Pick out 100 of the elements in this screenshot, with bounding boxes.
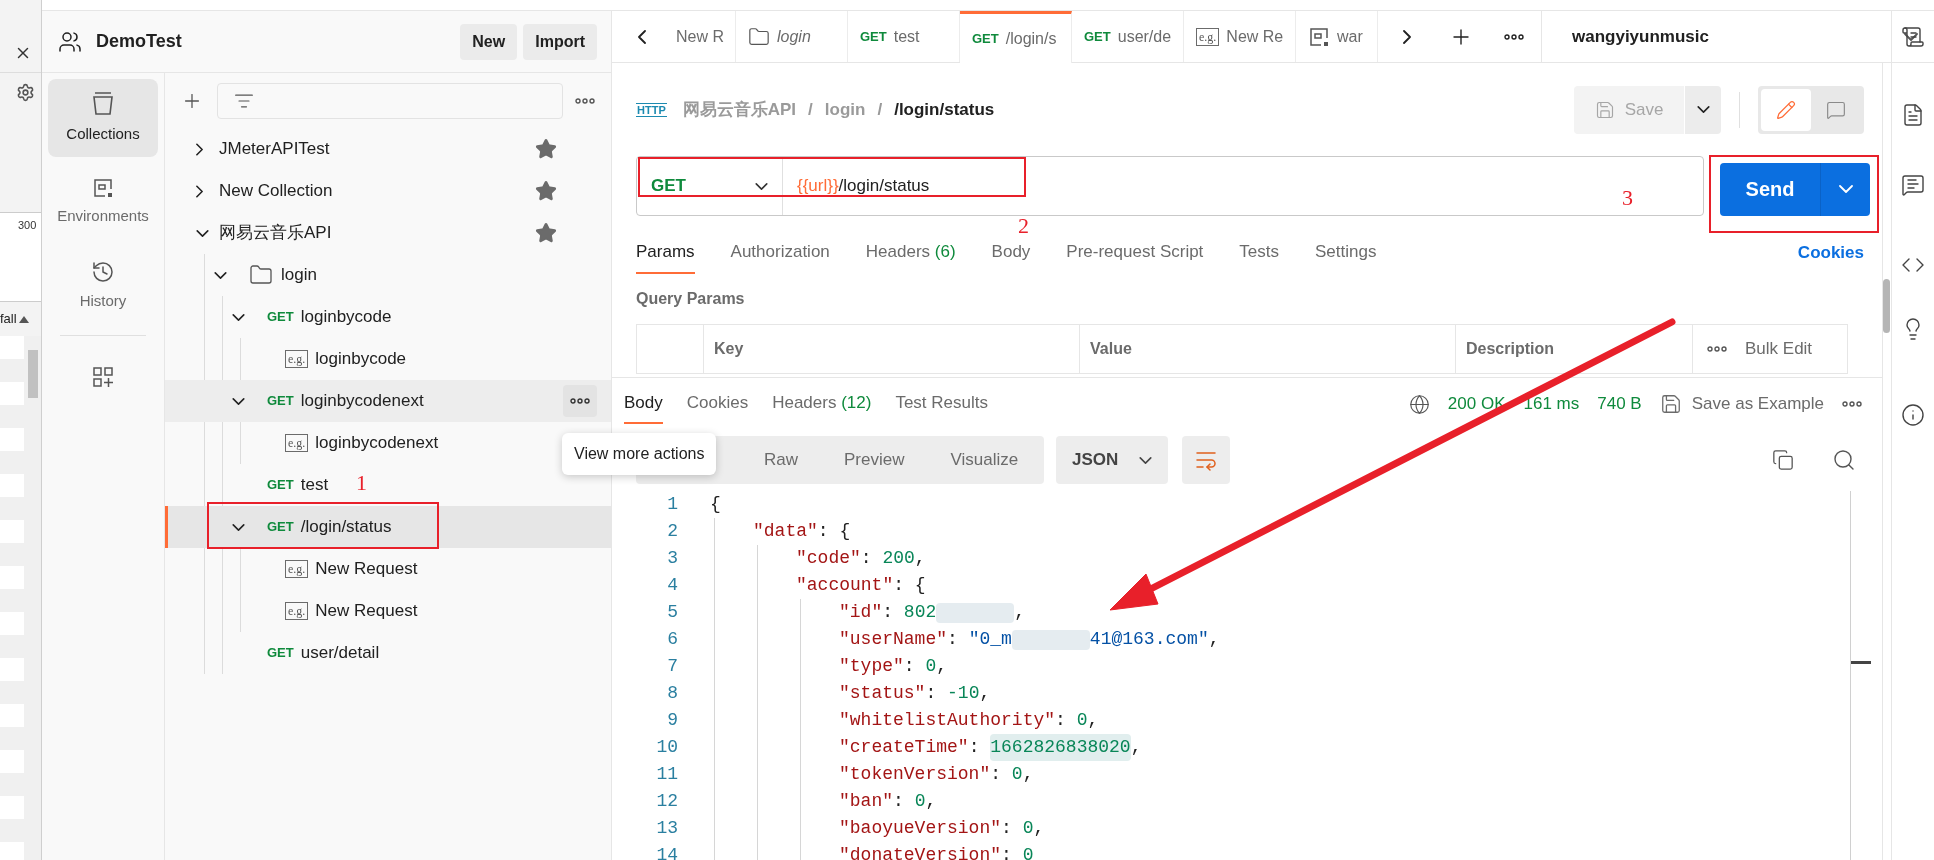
tooltip: View more actions — [562, 433, 717, 475]
chevron-left-icon — [638, 29, 646, 44]
code-line: "donateVersion": 0 — [839, 844, 1034, 860]
star-icon[interactable] — [535, 138, 557, 160]
tree-item[interactable]: e.g. New Request — [250, 590, 418, 632]
language-select[interactable]: JSON — [1056, 436, 1168, 484]
chevron-right-icon[interactable] — [196, 142, 203, 156]
format-tab[interactable]: Preview — [844, 447, 905, 473]
tree-item[interactable]: GET test — [232, 464, 329, 506]
workspace-name: DemoTest — [96, 30, 182, 53]
environment-select[interactable]: wangyiyunmusic — [1541, 11, 1934, 62]
tab[interactable]: Authorization — [730, 232, 830, 274]
tab[interactable]: war — [1296, 11, 1378, 62]
globe-icon[interactable] — [1408, 393, 1430, 415]
line-number: 6 — [666, 628, 678, 651]
url-input[interactable]: {{url}}/login/status — [797, 173, 930, 199]
tree-item[interactable]: e.g. loginbycode — [250, 338, 407, 380]
tree-item[interactable]: 网易云音乐API — [196, 212, 332, 254]
tree-item[interactable]: New Collection — [196, 170, 333, 212]
history-icon — [91, 259, 115, 284]
format-tab[interactable]: Raw — [764, 447, 798, 473]
code-line: "type": 0, — [839, 655, 948, 678]
comment-icon[interactable] — [1901, 173, 1925, 197]
code-line: { — [710, 493, 721, 516]
star-icon[interactable] — [535, 180, 557, 202]
star-icon[interactable] — [535, 222, 557, 244]
scrollbar-thumb[interactable] — [27, 350, 38, 398]
sort-up-icon[interactable] — [18, 315, 29, 323]
save-example-button[interactable]: Save as Example — [1659, 391, 1824, 417]
send-button[interactable]: Send — [1720, 162, 1820, 216]
tree-item[interactable]: GET loginbycode — [232, 296, 392, 338]
tab[interactable]: Settings — [1315, 232, 1377, 274]
tree-item[interactable]: e.g. loginbycodenext — [250, 422, 439, 464]
breadcrumb-separator: / — [808, 98, 813, 121]
nav-item[interactable]: History — [48, 247, 158, 325]
format-tab[interactable]: Visualize — [950, 447, 1019, 473]
tab[interactable]: GET /login/s — [960, 11, 1072, 63]
line-number: 2 — [666, 520, 678, 543]
comment-icon — [1826, 99, 1846, 120]
line-number: 9 — [666, 709, 678, 732]
chevron-right-icon[interactable] — [196, 184, 203, 198]
code-line: "status": -10, — [839, 682, 991, 705]
line-number: 8 — [666, 682, 678, 705]
method-select[interactable]: GET — [637, 157, 783, 215]
tab[interactable]: login — [736, 11, 848, 62]
tab[interactable]: GET user/de — [1072, 11, 1184, 62]
add-apps-icon[interactable] — [92, 366, 114, 388]
nav-item[interactable]: Collections — [48, 79, 158, 157]
tab[interactable]: Cookies — [686, 384, 749, 424]
import-button[interactable]: Import — [523, 23, 597, 60]
tab[interactable]: New R — [672, 11, 736, 62]
bulk-edit-button[interactable]: Bulk Edit — [1745, 336, 1813, 362]
cookies-link[interactable]: Cookies — [1797, 232, 1864, 274]
tab[interactable]: Headers (6) — [865, 232, 956, 274]
document-icon[interactable] — [1901, 103, 1925, 127]
more-icon — [1707, 346, 1727, 352]
tab[interactable]: Tests — [1239, 232, 1280, 274]
chevron-right-icon — [1403, 29, 1411, 44]
tree-item[interactable]: e.g. New Request — [250, 548, 418, 590]
search-icon[interactable] — [1832, 448, 1856, 472]
more-icon — [575, 97, 595, 104]
size-text: 740 B — [1597, 393, 1642, 416]
filter-field[interactable] — [217, 82, 563, 119]
new-button[interactable]: New — [460, 23, 518, 60]
tree-item[interactable]: JMeterAPITest — [196, 128, 330, 170]
scrollbar-thumb[interactable] — [1883, 279, 1890, 333]
line-number: 7 — [666, 655, 678, 678]
annotation-number: 3 — [1622, 184, 1633, 212]
copy-icon[interactable] — [1772, 449, 1794, 471]
tab[interactable]: Pre-request Script — [1066, 232, 1204, 274]
line-number: 13 — [655, 817, 678, 840]
save-icon — [1659, 393, 1682, 415]
tab[interactable]: Body — [624, 384, 663, 424]
dots-icon — [570, 398, 590, 404]
table-header-cell: Description — [1456, 325, 1693, 373]
tab[interactable]: Params — [636, 232, 695, 274]
line-number: 14 — [655, 844, 678, 860]
people-icon — [58, 29, 82, 54]
settings-icon[interactable] — [16, 83, 35, 102]
tree-item[interactable]: GET loginbycodenext — [232, 380, 424, 422]
scroll-marker — [1851, 661, 1871, 664]
tab[interactable]: Headers (12) — [772, 384, 872, 424]
info-icon[interactable] — [1901, 403, 1925, 427]
code-line: "ban": 0, — [839, 790, 937, 813]
section-title: Query Params — [636, 289, 745, 309]
send-options-button[interactable] — [1820, 162, 1870, 216]
more-button[interactable] — [563, 385, 597, 417]
tree-item[interactable]: GET /login/status — [232, 506, 392, 548]
folder-icon — [249, 263, 273, 287]
code-line: "account": { — [796, 574, 926, 597]
table-header-cell: Value — [1080, 325, 1456, 373]
nav-item[interactable]: Environments — [48, 163, 158, 241]
folder-icon — [748, 25, 770, 48]
tree-item[interactable]: login — [214, 254, 317, 296]
code-line: "userName": "0_m 41@163.com", — [839, 628, 1220, 652]
tab[interactable]: e.g. New Re — [1184, 11, 1296, 62]
tree-item[interactable]: GET user/detail — [232, 632, 380, 674]
tab[interactable]: Test Results — [895, 384, 988, 424]
line-number: 4 — [666, 574, 678, 597]
request-name: /login/status — [894, 98, 995, 121]
